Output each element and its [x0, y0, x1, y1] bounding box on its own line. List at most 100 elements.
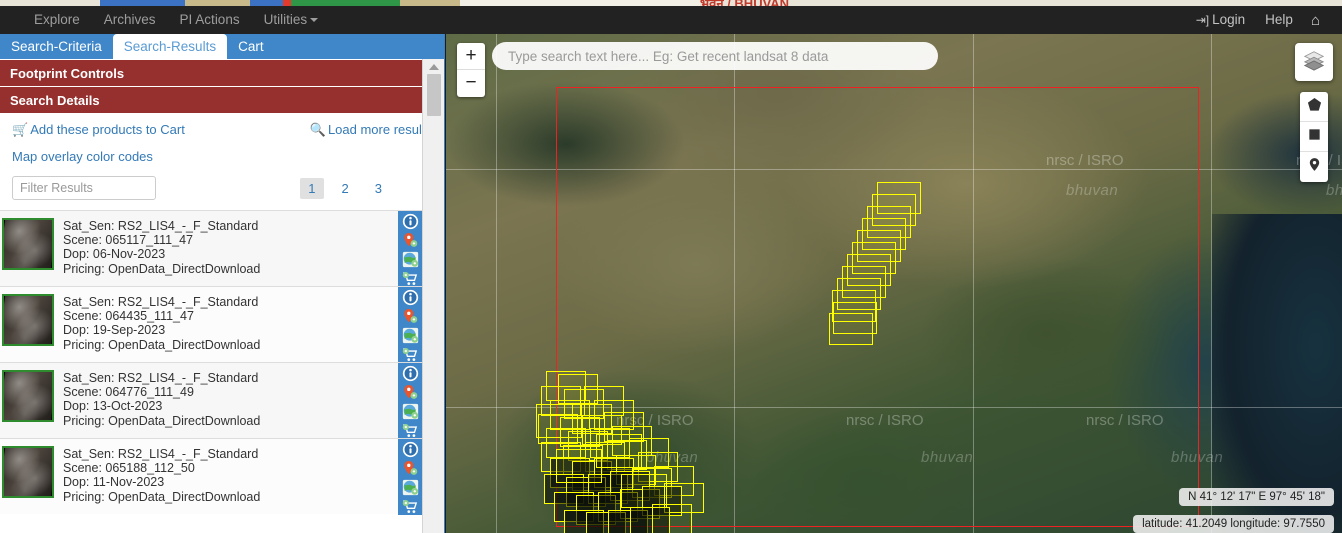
info-icon[interactable]: [400, 213, 420, 230]
load-more-results-button[interactable]: 🔍 Load more results: [310, 122, 432, 138]
result-sat-sen: Sat_Sen: RS2_LIS4_-_F_Standard: [63, 295, 259, 309]
result-thumbnail[interactable]: [2, 446, 54, 498]
login-arrow-icon: ⇥]: [1195, 13, 1210, 27]
map-zoom-controls: + −: [457, 43, 485, 97]
footprint-polygon[interactable]: [652, 504, 692, 533]
globe-icon[interactable]: [400, 251, 420, 268]
map-pin-icon[interactable]: [400, 232, 420, 249]
panel-body: 🛒 Add these products to Cart 🔍 Load more r…: [0, 113, 444, 210]
map-search-input[interactable]: [492, 42, 938, 70]
zoom-out-button[interactable]: −: [457, 70, 485, 97]
scrollbar-thumb[interactable]: [426, 74, 441, 116]
result-action-icons: [398, 211, 422, 287]
result-action-icons: [398, 363, 422, 439]
map-coordinate-readout: N 41° 12' 17" E 97° 45' 18": [1179, 488, 1334, 506]
map-pin-icon[interactable]: [400, 308, 420, 325]
add-products-to-cart-button[interactable]: 🛒 Add these products to Cart: [12, 122, 185, 138]
map-pin-icon[interactable]: [400, 384, 420, 401]
result-thumbnail[interactable]: [2, 370, 54, 422]
footprint-polygon[interactable]: [621, 474, 667, 508]
nav-item-explore[interactable]: Explore: [22, 6, 92, 34]
add-to-cart-icon[interactable]: [400, 346, 420, 363]
tab-cart-label: Cart: [238, 39, 264, 54]
draw-marker-button[interactable]: [1300, 152, 1328, 182]
globe-icon[interactable]: [400, 403, 420, 420]
result-metadata: Sat_Sen: RS2_LIS4_-_F_Standard Scene: 06…: [59, 363, 444, 428]
tab-search-criteria[interactable]: Search-Criteria: [0, 34, 113, 59]
footprint-polygon[interactable]: [596, 434, 642, 468]
result-pricing: Pricing: OpenData_DirectDownload: [63, 261, 261, 276]
home-icon[interactable]: ⌂: [1303, 12, 1328, 29]
nav-item-utilities-label: Utilities: [263, 12, 308, 27]
add-to-cart-icon[interactable]: [400, 498, 420, 515]
result-pricing: Pricing: OpenData_DirectDownload: [63, 413, 261, 428]
application-root: भुवन / BHUVAN Explore Archives PI Action…: [0, 0, 1342, 533]
map-overlay-color-codes-link[interactable]: Map overlay color codes: [12, 149, 153, 164]
help-button[interactable]: Help: [1255, 6, 1303, 34]
accordion-footprint-controls-label: Footprint Controls: [10, 65, 125, 81]
result-item[interactable]: Sat_Sen: RS2_LIS4_-_F_Standard Scene: 06…: [0, 210, 444, 287]
globe-icon[interactable]: [400, 479, 420, 496]
cart-icon: 🛒: [12, 122, 29, 137]
nav-item-archives[interactable]: Archives: [92, 6, 168, 34]
map-grid-line: [496, 34, 497, 533]
help-label: Help: [1265, 12, 1293, 27]
result-thumbnail[interactable]: [2, 294, 54, 346]
panel-action-row: 🛒 Add these products to Cart 🔍 Load more r…: [10, 113, 434, 142]
add-to-cart-icon[interactable]: [400, 422, 420, 439]
result-dop: Dop: 19-Sep-2023: [63, 323, 166, 338]
map-layers-button[interactable]: [1295, 43, 1333, 81]
nav-right-group: ⇥] Login Help ⌂: [1186, 6, 1328, 34]
result-dop: Dop: 11-Nov-2023: [63, 475, 165, 490]
result-sat-sen: Sat_Sen: RS2_LIS4_-_F_Standard: [63, 219, 259, 233]
draw-polygon-icon: [1307, 97, 1322, 117]
accordion-footprint-controls[interactable]: Footprint Controls +: [0, 59, 444, 86]
result-thumbnail[interactable]: [2, 218, 54, 270]
add-to-cart-icon[interactable]: [400, 270, 420, 287]
map-coordinate-readout-secondary: latitude: 41.2049 longitude: 97.7550: [1133, 515, 1334, 533]
login-button[interactable]: ⇥] Login: [1186, 6, 1255, 34]
pagination-page-3[interactable]: 3: [367, 178, 390, 199]
info-icon[interactable]: [400, 441, 420, 458]
zoom-in-button[interactable]: +: [457, 43, 485, 70]
draw-rectangle-button[interactable]: [1300, 122, 1328, 152]
scroll-up-arrow-icon[interactable]: [428, 64, 439, 70]
nav-item-utilities[interactable]: Utilities: [252, 6, 331, 34]
result-item[interactable]: Sat_Sen: RS2_LIS4_-_F_Standard Scene: 06…: [0, 362, 444, 439]
accordion-search-details-label: Search Details: [10, 92, 100, 108]
layers-stack-icon: [1303, 49, 1325, 76]
map-overlay-color-codes-row: Map overlay color codes: [10, 142, 434, 168]
result-scene: Scene: 064435_111_47: [63, 309, 194, 324]
nav-item-pi-actions[interactable]: PI Actions: [168, 6, 252, 34]
tab-cart[interactable]: Cart: [227, 34, 275, 59]
draw-rectangle-icon: [1307, 127, 1322, 147]
info-icon[interactable]: [400, 365, 420, 382]
panel-tab-bar: Search-Criteria Search-Results Cart: [0, 34, 444, 59]
left-results-panel: Search-Criteria Search-Results Cart Foot…: [0, 34, 445, 533]
result-item[interactable]: Sat_Sen: RS2_LIS4_-_F_Standard Scene: 06…: [0, 438, 444, 515]
load-more-results-label: Load more results: [327, 122, 432, 137]
globe-icon[interactable]: [400, 327, 420, 344]
result-dop: Dop: 13-Oct-2023: [63, 399, 163, 414]
filter-results-input[interactable]: [12, 176, 156, 200]
tab-search-results[interactable]: Search-Results: [112, 34, 228, 59]
pagination: 1 2 3: [300, 177, 390, 199]
result-scene: Scene: 064776_111_49: [63, 385, 194, 400]
nav-item-explore-label: Explore: [34, 12, 80, 27]
footprint-polygon[interactable]: [536, 404, 582, 438]
add-products-to-cart-label: Add these products to Cart: [30, 122, 185, 137]
left-panel-scrollbar[interactable]: [422, 59, 444, 533]
pagination-page-2[interactable]: 2: [334, 178, 357, 199]
info-icon[interactable]: [400, 289, 420, 306]
tab-search-results-label: Search-Results: [123, 39, 217, 54]
pagination-page-1[interactable]: 1: [300, 177, 324, 199]
accordion-search-details[interactable]: Search Details +: [0, 86, 444, 113]
footprint-polygon[interactable]: [829, 313, 873, 345]
result-item[interactable]: Sat_Sen: RS2_LIS4_-_F_Standard Scene: 06…: [0, 286, 444, 363]
draw-marker-icon: [1307, 157, 1322, 177]
result-sat-sen: Sat_Sen: RS2_LIS4_-_F_Standard: [63, 371, 259, 385]
draw-polygon-button[interactable]: [1300, 92, 1328, 122]
result-metadata: Sat_Sen: RS2_LIS4_-_F_Standard Scene: 06…: [59, 439, 444, 504]
map-pin-icon[interactable]: [400, 460, 420, 477]
map-viewport[interactable]: nrsc / ISRO nrsc / ISRO bhuvan bhuvan nr…: [446, 34, 1342, 533]
